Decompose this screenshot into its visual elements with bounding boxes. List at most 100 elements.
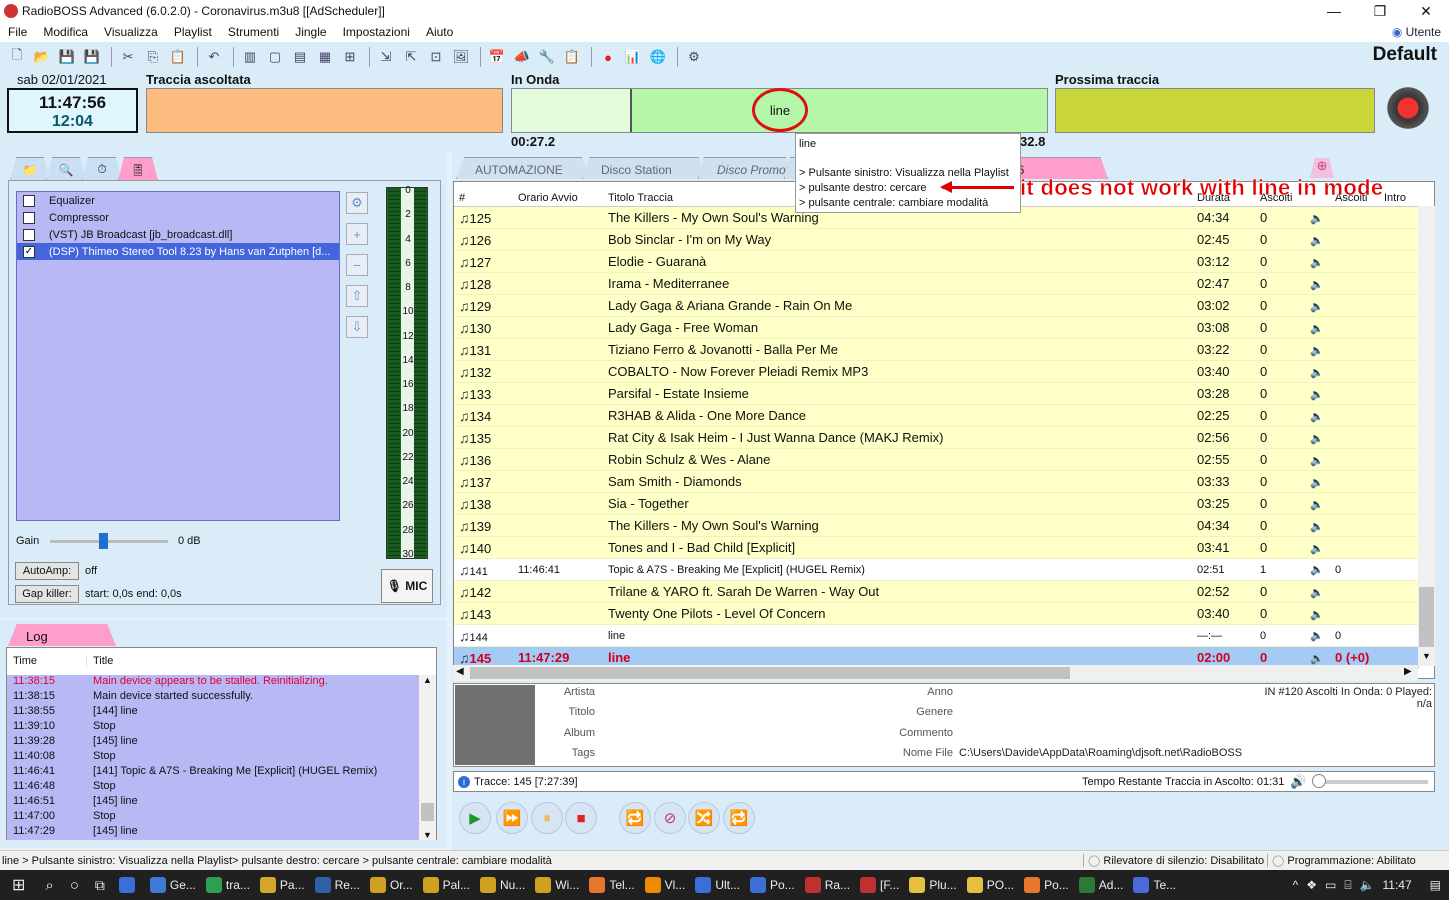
log-row[interactable]: 11:38:15 Main device started successfully… [7,690,420,705]
scroll-left-icon[interactable]: ◀ [456,666,464,677]
network-icon[interactable]: ⌸ [1344,878,1351,893]
task-view-icon[interactable]: ⧉ [87,870,113,900]
clock-display[interactable]: 11:47:56 12:04 [7,88,138,133]
menu-aiuto[interactable]: Aiuto [418,25,461,39]
speaker-icon[interactable]: 🔈 [1310,587,1324,599]
playlist-row[interactable]: ♫134 R3HAB & Alida - One More Dance 02:25 0… [454,405,1419,427]
log-scrollbar[interactable]: ▲ ▼ [419,675,436,840]
effect-row[interactable]: Equalizer [17,192,339,209]
effect-move-down-button[interactable]: ⇩ [346,316,368,338]
taskbar-app[interactable]: Ad... [1074,870,1129,900]
record-icon[interactable]: ● [597,46,619,68]
next-button[interactable]: ⏩ [496,802,528,834]
playlist-row[interactable]: ♫130 Lady Gaga - Free Woman 03:08 0 🔈 [454,317,1419,339]
gain-slider[interactable] [50,540,168,543]
user-menu[interactable]: ◉ Utente [1392,25,1441,39]
gain-slider-thumb[interactable] [99,533,109,549]
playlist-row[interactable]: ♫133 Parsifal - Estate Insieme 03:28 0 🔈 [454,383,1419,405]
speaker-icon[interactable]: 🔈 [1310,323,1324,335]
tools-icon[interactable]: 🔧 [536,46,558,68]
cortana-icon[interactable]: ○ [62,870,87,900]
web-icon[interactable]: 🌐 [647,46,669,68]
tray-chevron-icon[interactable]: ^ [1293,878,1299,892]
log-row[interactable]: 11:39:10 Stop [7,720,420,735]
taskbar-app[interactable]: Ge... [145,870,201,900]
log-scroll-thumb[interactable] [421,803,434,821]
insert-image-icon[interactable]: 🖼 [450,46,472,68]
stop-after-button[interactable]: ⊘ [654,802,686,834]
taskbar-app[interactable]: Or... [365,870,418,900]
taskbar-clock[interactable]: 11:47 [1383,878,1412,892]
playlist-row[interactable]: ♫128 Irama - Mediterranee 02:47 0 🔈 [454,273,1419,295]
playlist-row[interactable]: ♫131 Tiziano Ferro & Jovanotti - Balla Pe… [454,339,1419,361]
mic-button[interactable]: 🎙 MIC [381,569,433,603]
log-col-time[interactable]: Time [7,655,87,667]
taskbar-app[interactable]: Wi... [530,870,584,900]
stats-icon[interactable]: 📊 [622,46,644,68]
speaker-icon[interactable]: 🔈 [1310,630,1324,642]
tab-search[interactable]: 🔍 [46,157,86,181]
grid-horizontal-scroll-thumb[interactable] [470,667,1070,679]
taskbar-app[interactable]: Re... [310,870,365,900]
autoamp-button[interactable]: AutoAmp: [15,562,79,580]
taskbar-app[interactable]: Vl... [640,870,691,900]
speaker-icon[interactable]: 🔈 [1310,213,1324,225]
onair-track-label[interactable]: line [752,88,808,132]
playlist-row[interactable]: ♫144 line —:— 0 🔈 0 [454,625,1419,647]
speaker-icon[interactable]: 🔈 [1310,433,1324,445]
col-start-time[interactable]: Orario Avvio [513,192,603,204]
layout-grid-icon[interactable]: ▦ [314,46,336,68]
menu-jingle[interactable]: Jingle [287,25,334,39]
speaker-icon[interactable]: 🔈 [1310,564,1324,576]
scroll-up-icon[interactable]: ▲ [419,675,436,685]
save-as-icon[interactable]: 💾 [81,46,103,68]
speaker-icon[interactable]: 🔈 [1310,521,1324,533]
shuffle-button[interactable]: 🔀 [688,802,720,834]
taskbar-app[interactable]: Nu... [475,870,530,900]
effect-row[interactable]: Compressor [17,209,339,226]
layout-split-icon[interactable]: ▤ [289,46,311,68]
playlist-row[interactable]: ♫143 Twenty One Pilots - Level Of Concern… [454,603,1419,625]
effect-add-button[interactable]: + [346,223,368,245]
maximize-button[interactable]: ❐ [1357,0,1403,22]
log-row[interactable]: 11:38:15 Main device appears to be stalle… [7,675,420,690]
log-row[interactable]: 11:38:55 [144] line [7,705,420,720]
menu-playlist[interactable]: Playlist [166,25,220,39]
speaker-icon[interactable]: 🔈 [1310,279,1324,291]
playlist-row[interactable]: ♫127 Elodie - Guaranà 03:12 0 🔈 [454,251,1419,273]
layout-left-icon[interactable]: ▥ [239,46,261,68]
speaker-icon[interactable]: 🔈 [1310,301,1324,313]
windows-start-icon[interactable]: ⊞ [0,870,37,900]
speaker-icon[interactable]: 🔈 [1310,455,1324,467]
log-row[interactable]: 11:46:48 Stop [7,780,420,795]
effect-settings-button[interactable]: ⚙ [346,192,368,214]
speaker-icon[interactable]: 🔈 [1310,345,1324,357]
playlist-row[interactable]: ♫138 Sia - Together 03:25 0 🔈 [454,493,1419,515]
log-row[interactable]: 11:40:08 Stop [7,750,420,765]
log-row[interactable]: 11:47:00 Stop [7,810,420,825]
menu-strumenti[interactable]: Strumenti [220,25,287,39]
tab-log[interactable]: Log [8,624,116,646]
log-row[interactable]: 11:47:29 [145] line [7,825,420,840]
effect-row[interactable]: ✓ (DSP) Thimeo Stereo Tool 8.23 by Hans v… [17,243,339,260]
playlist-tab[interactable]: AUTOMAZIONE [456,157,590,179]
taskbar-app[interactable]: Ra... [800,870,855,900]
tab-schedule[interactable]: ⏱ [82,157,122,181]
taskbar-app[interactable]: [F... [855,870,904,900]
playlist-row[interactable]: ♫126 Bob Sinclar - I'm on My Way 02:45 0 🔈 [454,229,1419,251]
monitor-icon[interactable]: ▭ [1325,878,1336,892]
speaker-icon[interactable]: 🔈 [1310,653,1324,665]
speaker-icon[interactable]: 🔈 [1310,389,1324,401]
effect-checkbox[interactable] [23,228,35,241]
scroll-down-icon[interactable]: ▼ [419,830,436,840]
new-icon[interactable]: 🗋 [6,46,28,68]
scroll-right-icon[interactable]: ▶ [1404,666,1412,677]
paste-icon[interactable]: 📋 [167,46,189,68]
playlist-row[interactable]: ♫132 COBALTO - Now Forever Pleiadi Remix … [454,361,1419,383]
playlist-row[interactable]: ♫135 Rat City & Isak Heim - I Just Wanna … [454,427,1419,449]
clipboard-icon[interactable]: 📋 [561,46,583,68]
ads-icon[interactable]: 📣 [511,46,533,68]
speaker-icon[interactable]: 🔈 [1310,411,1324,423]
taskbar-app[interactable]: Pal... [418,870,475,900]
volume-slider-thumb[interactable] [1312,774,1326,788]
